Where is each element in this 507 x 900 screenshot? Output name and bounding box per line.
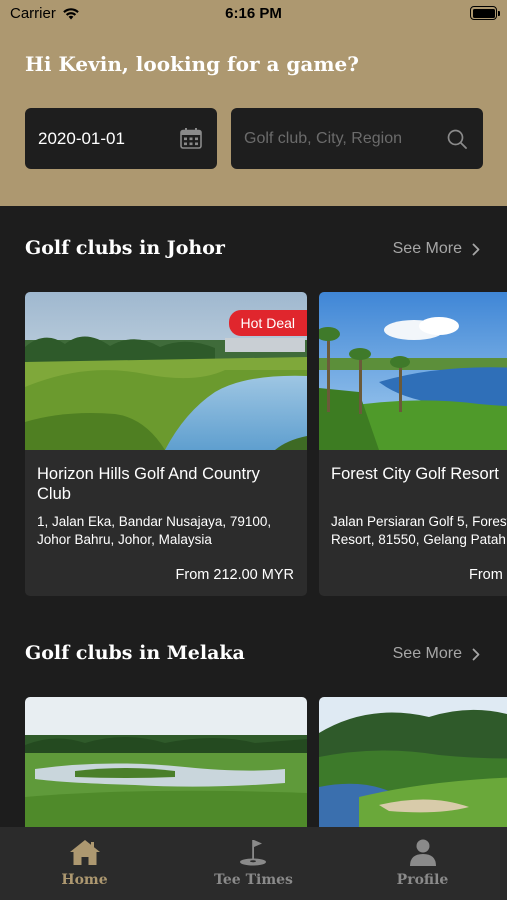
tab-profile[interactable]: Profile [338, 827, 507, 900]
tab-profile-label: Profile [396, 872, 449, 888]
status-bar: Carrier 6:16 PM [0, 0, 507, 28]
golf-club-address: Jalan Persiaran Golf 5, Forest City Golf… [331, 514, 507, 547]
search-field[interactable] [231, 108, 483, 169]
date-value: 2020-01-01 [38, 128, 125, 148]
battery-icon [470, 6, 500, 20]
see-more-label: See More [392, 240, 462, 257]
golf-club-card-melaka-1[interactable] [25, 697, 307, 827]
golf-club-name: Horizon Hills Golf And Country Club [37, 465, 260, 503]
tab-home-label: Home [61, 872, 108, 888]
see-more-label: See More [392, 645, 462, 662]
golf-club-photo [319, 292, 507, 450]
chevron-right-icon [472, 648, 480, 660]
golf-club-address: 1, Jalan Eka, Bandar Nusajaya, 79100, Jo… [37, 514, 272, 547]
greeting-title: Hi Kevin, looking for a game? [25, 52, 359, 76]
see-more-johor-link[interactable]: See More [393, 240, 480, 258]
tab-tee-times[interactable]: Tee Times [169, 827, 338, 900]
golf-club-card-forest-city[interactable]: Forest City Golf Resort Jalan Persiaran … [319, 292, 507, 596]
golf-club-card-horizon-hills[interactable]: Hot Deal Horizon Hills Golf And Country … [25, 292, 307, 596]
user-icon [409, 839, 436, 866]
golf-club-name: Forest City Golf Resort [331, 465, 499, 483]
golf-club-photo [25, 697, 307, 827]
home-icon [69, 840, 100, 865]
golf-club-price: From [469, 567, 503, 583]
chevron-right-icon [472, 243, 480, 255]
date-picker-field[interactable]: 2020-01-01 [25, 108, 217, 169]
status-time: 6:16 PM [225, 5, 282, 22]
see-more-melaka-link[interactable]: See More [393, 645, 480, 663]
search-icon[interactable] [447, 129, 467, 149]
golf-club-photo: Hot Deal [25, 292, 307, 450]
golf-club-photo [319, 697, 507, 827]
calendar-icon [180, 128, 202, 149]
search-input[interactable] [244, 129, 434, 148]
section-title-melaka: Golf clubs in Melaka [25, 642, 245, 664]
golf-flag-icon [239, 840, 266, 866]
home-content: Golf clubs in Johor See More Hot Deal Ho… [0, 206, 507, 827]
bottom-tab-bar: Home Tee Times Profile [0, 827, 507, 900]
hot-deal-badge: Hot Deal [228, 310, 307, 336]
section-title-johor: Golf clubs in Johor [25, 237, 225, 259]
tab-tee-times-label: Tee Times [214, 872, 293, 888]
search-header: Hi Kevin, looking for a game? 2020-01-01 [0, 28, 507, 206]
tab-home[interactable]: Home [0, 827, 169, 900]
golf-club-price: From 212.00 MYR [175, 567, 294, 583]
golf-club-card-melaka-2[interactable] [319, 697, 507, 827]
